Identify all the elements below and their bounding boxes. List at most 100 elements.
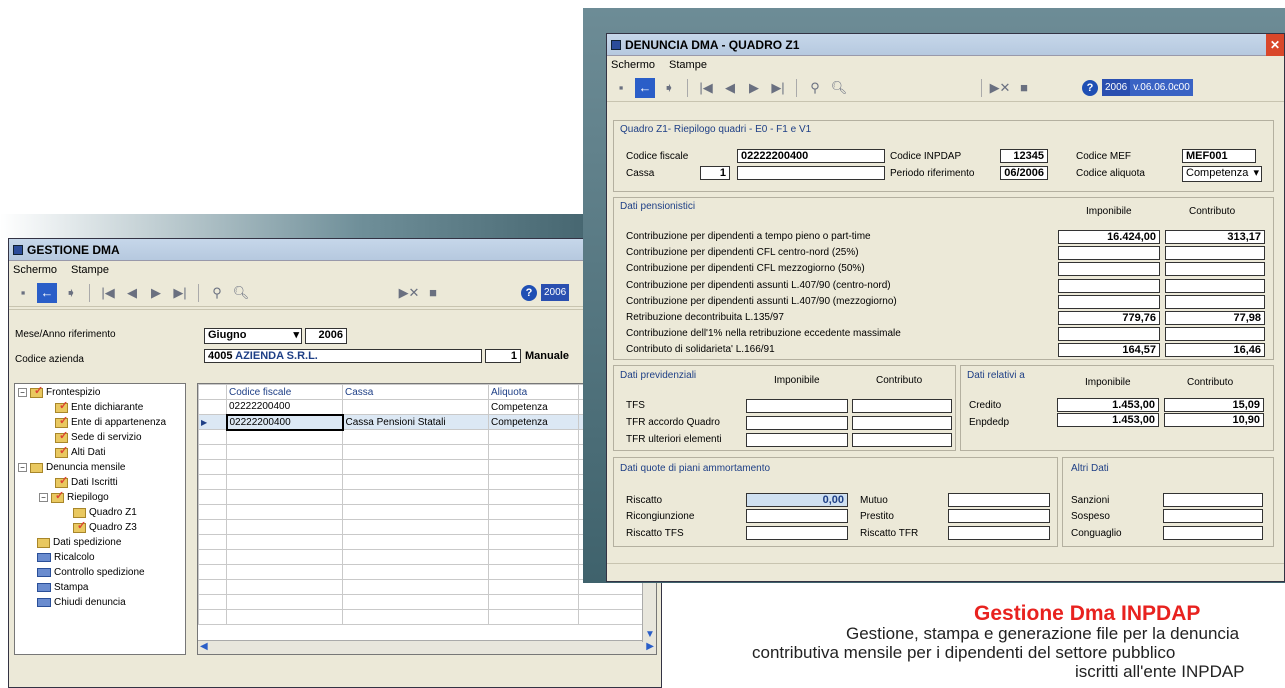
cell-aliquota[interactable]: Competenza (488, 399, 579, 415)
enpdedp-contributo[interactable]: 10,90 (1164, 413, 1264, 427)
pens-row-contributo[interactable] (1165, 246, 1265, 261)
collapse-icon[interactable]: − (18, 463, 27, 472)
year-input[interactable]: 2006 (305, 328, 347, 344)
table-row[interactable] (198, 579, 649, 595)
periodo-input[interactable]: 06/2006 (1000, 166, 1048, 180)
ricongiunzione-input[interactable] (746, 509, 848, 523)
back-icon[interactable]: ← (37, 282, 57, 303)
search-icon[interactable]: 🔍︎ (829, 78, 849, 98)
tree-item-denuncia-mensile[interactable]: − Denuncia mensile (18, 462, 126, 473)
forward-icon[interactable]: ➧ (659, 78, 679, 98)
pens-row-contributo[interactable]: 77,98 (1165, 311, 1265, 325)
scroll-left-icon[interactable]: ◀ (200, 641, 208, 652)
month-select[interactable]: Giugno ▾ (204, 328, 302, 344)
codice-inpdap-input[interactable]: 12345 (1000, 149, 1048, 163)
tree-item-stampa[interactable]: Stampa (37, 582, 88, 593)
riscatto-input[interactable]: 0,00 (746, 493, 848, 507)
first-icon[interactable]: |◀ (98, 283, 118, 303)
menu-stampe[interactable]: Stampe (71, 264, 109, 276)
title-bar[interactable]: GESTIONE DMA (9, 239, 661, 261)
cell-codice-fiscale[interactable]: 02222200400 (225, 413, 344, 431)
help-icon[interactable]: ? (1082, 79, 1098, 96)
tfr-ulteriori-contributo[interactable] (852, 433, 952, 447)
title-bar[interactable]: DENUNCIA DMA - QUADRO Z1 ✕ (607, 34, 1284, 56)
prev-icon[interactable]: ◀ (720, 78, 740, 98)
tree-item-controllo-spedizione[interactable]: Controllo spedizione (37, 567, 145, 578)
prev-icon[interactable]: ◀ (122, 283, 142, 303)
pens-row-contributo[interactable] (1165, 278, 1265, 293)
first-icon[interactable]: |◀ (696, 78, 716, 98)
riscatto-tfs-input[interactable] (746, 526, 848, 540)
tree-item-frontespizio[interactable]: − Frontespizio (18, 384, 100, 398)
last-icon[interactable]: ▶| (170, 283, 190, 303)
menu-stampe[interactable]: Stampe (669, 59, 707, 71)
cell-aliquota[interactable]: Competenza (488, 414, 579, 430)
tfr-ulteriori-imponibile[interactable] (746, 433, 848, 447)
chevron-down-icon[interactable]: ▾ (293, 329, 299, 341)
scroll-right-icon[interactable]: ▶ (646, 641, 654, 652)
tfs-imponibile[interactable] (746, 399, 848, 413)
help-icon[interactable]: ? (521, 284, 537, 301)
pens-row-imponibile[interactable] (1058, 294, 1160, 309)
riscatto-tfr-input[interactable] (948, 526, 1050, 540)
next-icon[interactable]: ▶ (744, 78, 764, 98)
forward-icon[interactable]: ➧ (61, 283, 81, 303)
table-row[interactable] (198, 519, 649, 535)
binoculars-icon[interactable]: ⚲ (207, 283, 227, 303)
tree-item-quadro-z1[interactable]: Quadro Z1 (73, 507, 137, 518)
cell-cassa[interactable]: Cassa Pensioni Statali (342, 414, 489, 430)
codice-fiscale-input[interactable]: 02222200400 (737, 149, 885, 163)
tfr-contributo[interactable] (852, 416, 952, 430)
last-icon[interactable]: ▶| (768, 78, 788, 98)
cell-cassa[interactable] (342, 399, 489, 415)
pens-row-imponibile[interactable] (1058, 327, 1160, 342)
mutuo-input[interactable] (948, 493, 1050, 507)
scroll-down-icon[interactable]: ▼ (645, 629, 655, 640)
tfs-contributo[interactable] (852, 399, 952, 413)
table-row[interactable] (198, 504, 649, 520)
search-icon[interactable]: 🔍︎ (231, 283, 251, 303)
chevron-down-icon[interactable]: ▾ (1253, 167, 1259, 179)
table-row[interactable] (198, 534, 649, 550)
close-icon[interactable]: ✕ (1266, 34, 1284, 56)
credito-imponibile[interactable]: 1.453,00 (1057, 398, 1159, 412)
pens-row-imponibile[interactable] (1058, 278, 1160, 293)
tree-item-dati-iscritti[interactable]: Dati Iscritti (55, 474, 118, 488)
table-row[interactable] (198, 459, 649, 475)
col-aliquota[interactable]: Aliquota (488, 384, 579, 400)
sospeso-input[interactable] (1163, 509, 1263, 523)
cassa-input[interactable]: 1 (700, 166, 730, 180)
table-row[interactable] (198, 444, 649, 460)
pens-row-contributo[interactable] (1165, 294, 1265, 309)
table-row[interactable] (198, 474, 649, 490)
tree-item-quadro-z3[interactable]: Quadro Z3 (73, 519, 137, 533)
conguaglio-input[interactable] (1163, 526, 1263, 540)
pens-row-contributo[interactable]: 313,17 (1165, 230, 1265, 244)
table-row[interactable] (198, 564, 649, 580)
prestito-input[interactable] (948, 509, 1050, 523)
enpdedp-imponibile[interactable]: 1.453,00 (1057, 413, 1159, 427)
pens-row-imponibile[interactable] (1058, 246, 1160, 261)
delete-icon[interactable]: ▶✕ (990, 78, 1011, 98)
collapse-icon[interactable]: − (18, 388, 27, 397)
save-icon[interactable]: ▪ (13, 283, 33, 303)
tree-item-dati-spedizione[interactable]: Dati spedizione (37, 537, 121, 548)
cell-codice-fiscale[interactable]: 02222200400 (226, 399, 343, 415)
pens-row-imponibile[interactable] (1058, 262, 1160, 277)
table-row[interactable] (198, 549, 649, 565)
menu-schermo[interactable]: Schermo (611, 59, 655, 71)
tree-item-ente-dichiarante[interactable]: Ente dichiarante (55, 399, 143, 413)
pens-row-contributo[interactable] (1165, 327, 1265, 342)
back-icon[interactable]: ← (635, 77, 655, 98)
tree-item-sede-servizio[interactable]: Sede di servizio (55, 429, 142, 443)
horizontal-scrollbar[interactable]: ◀ ▶ (198, 640, 656, 654)
table-row[interactable] (198, 429, 649, 445)
pens-row-imponibile[interactable]: 164,57 (1058, 343, 1160, 358)
delete-icon[interactable]: ▶✕ (399, 283, 420, 303)
sanzioni-input[interactable] (1163, 493, 1263, 507)
azienda-input[interactable]: 4005 AZIENDA S.R.L. (204, 349, 482, 363)
table-row[interactable] (198, 594, 649, 610)
col-cassa[interactable]: Cassa (342, 384, 489, 400)
tree-item-alti-dati[interactable]: Alti Dati (55, 444, 105, 458)
binoculars-icon[interactable]: ⚲ (805, 78, 825, 98)
